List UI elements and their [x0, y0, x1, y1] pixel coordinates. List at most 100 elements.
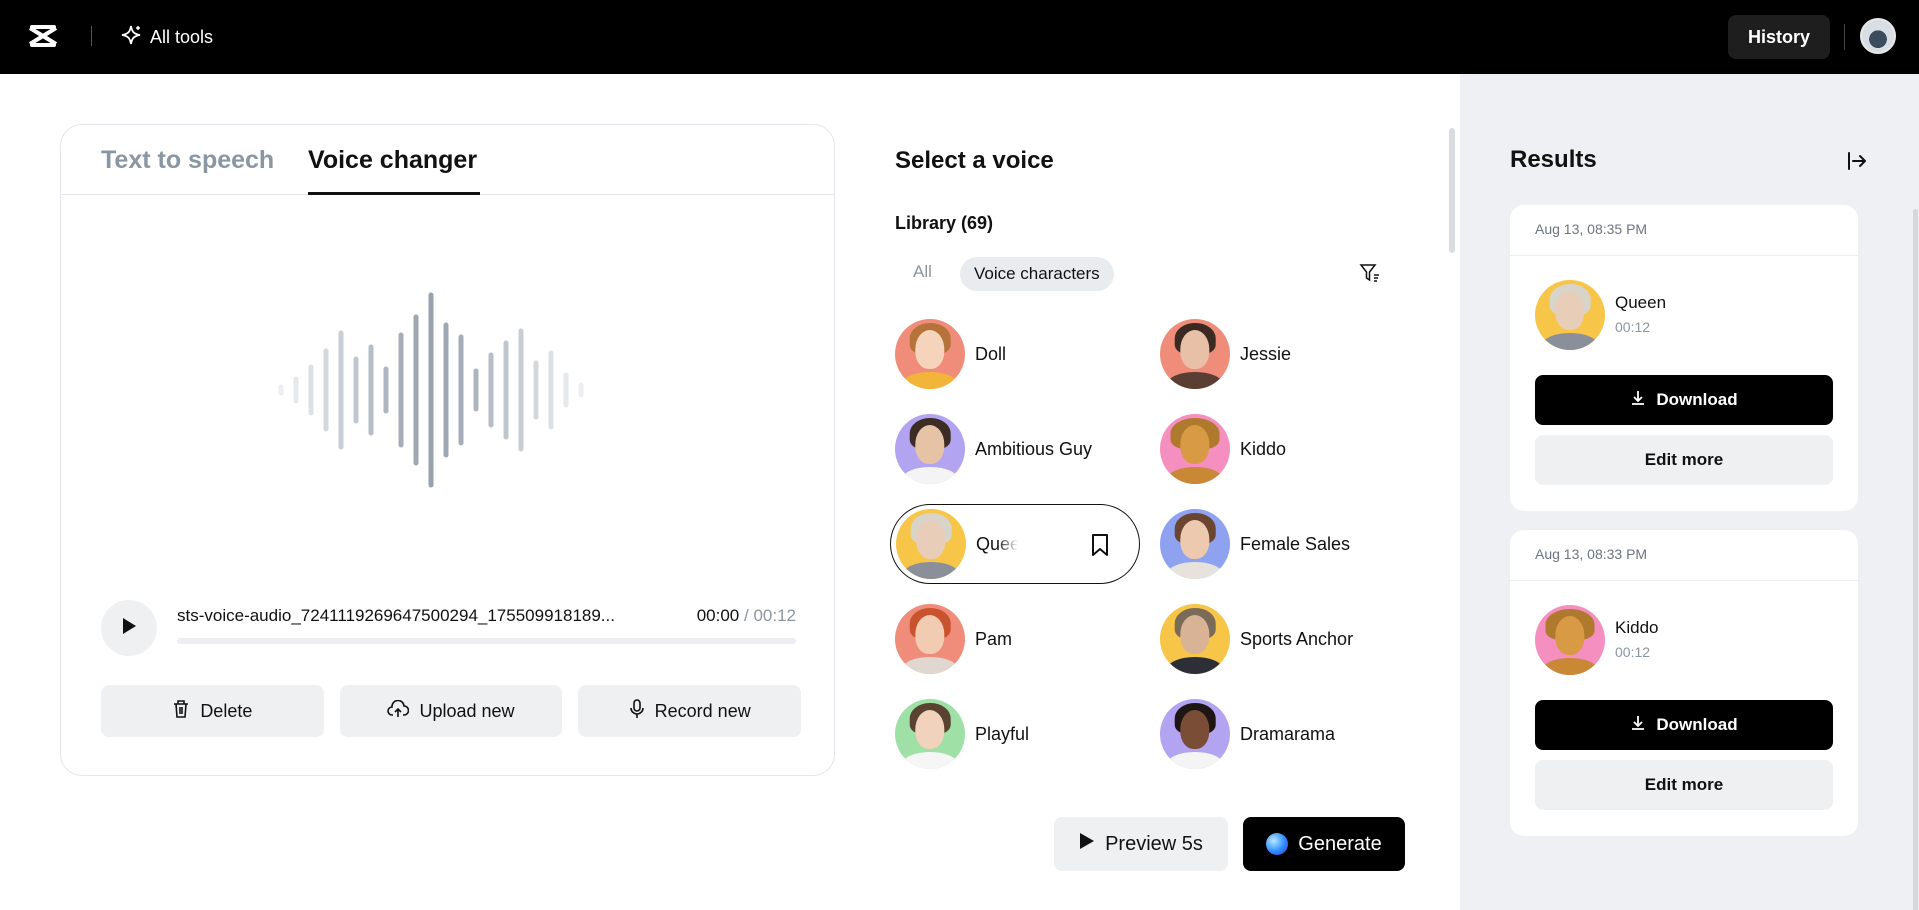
voice-name: Jessie	[1240, 343, 1292, 364]
avatar	[1160, 699, 1230, 769]
voice-name: Doll	[975, 343, 1007, 364]
download-icon	[1630, 390, 1646, 411]
history-button[interactable]: History	[1728, 15, 1830, 59]
voice-list-scrollbar[interactable]	[1449, 128, 1455, 253]
preview-button[interactable]: Preview 5s	[1054, 817, 1228, 871]
result-voice-name: Kiddo	[1615, 618, 1659, 637]
results-panel: Results Aug 13, 08:35 PM Queen 00:12 Dow…	[1460, 74, 1919, 910]
avatar	[1160, 319, 1230, 389]
voice-item-queen[interactable]: Queen	[890, 504, 1140, 584]
voice-item-pam[interactable]: Pam	[890, 599, 1140, 679]
total-time: 00:12	[753, 606, 796, 625]
capcut-logo-icon[interactable]	[27, 22, 59, 50]
result-date: Aug 13, 08:35 PM	[1535, 221, 1648, 237]
avatar	[895, 604, 965, 674]
record-new-label: Record new	[654, 700, 751, 721]
voice-name: Playful	[975, 723, 1030, 744]
tab-voice-changer[interactable]: Voice changer	[308, 146, 477, 175]
user-avatar[interactable]	[1860, 18, 1896, 54]
time-separator: /	[743, 606, 749, 625]
collapse-panel-icon[interactable]	[1846, 150, 1868, 172]
result-voice-name: Queen	[1615, 293, 1667, 312]
generate-label: Generate	[1298, 832, 1382, 855]
cloud-upload-icon	[387, 699, 410, 723]
avatar	[1160, 414, 1230, 484]
play-button[interactable]	[101, 600, 157, 656]
edit-more-button[interactable]: Edit more	[1535, 435, 1833, 485]
record-new-button[interactable]: Record new	[578, 685, 802, 737]
upload-new-label: Upload new	[419, 700, 515, 721]
download-button[interactable]: Download	[1535, 375, 1833, 425]
download-icon	[1630, 715, 1646, 736]
select-voice-title: Select a voice	[895, 147, 1054, 174]
results-title: Results	[1510, 146, 1597, 173]
avatar	[1535, 605, 1605, 675]
edit-more-button[interactable]: Edit more	[1535, 760, 1833, 810]
generate-orb-icon	[1266, 833, 1289, 855]
result-card: Aug 13, 08:33 PM Kiddo 00:12 Download Ed…	[1510, 530, 1858, 836]
result-duration: 00:12	[1615, 319, 1651, 335]
tab-text-to-speech[interactable]: Text to speech	[101, 146, 274, 175]
result-duration: 00:12	[1615, 644, 1651, 660]
playback-time: 00:00 / 00:12	[697, 606, 796, 626]
voice-item-playful[interactable]: Playful	[890, 694, 1140, 774]
download-button[interactable]: Download	[1535, 700, 1833, 750]
voice-item-kiddo[interactable]: Kiddo	[1155, 409, 1405, 489]
waveform-graphic	[278, 292, 584, 488]
voice-item-ambitious-guy[interactable]: Ambitious Guy	[890, 409, 1140, 489]
voice-item-dramarama[interactable]: Dramarama	[1155, 694, 1405, 774]
preview-label: Preview 5s	[1105, 832, 1203, 855]
delete-label: Delete	[200, 700, 253, 721]
avatar	[896, 509, 966, 579]
card-divider	[1510, 255, 1858, 256]
active-tab-indicator	[308, 192, 480, 195]
filter-all[interactable]: All	[913, 262, 932, 282]
voice-item-female-sales[interactable]: Female Sales	[1155, 504, 1405, 584]
topbar-divider	[91, 26, 92, 46]
voice-item-doll[interactable]: Doll	[890, 314, 1140, 394]
upload-new-button[interactable]: Upload new	[339, 685, 563, 737]
voice-name: Kiddo	[1240, 438, 1287, 459]
current-time: 00:00	[696, 606, 740, 625]
download-label: Download	[1656, 390, 1738, 409]
filter-icon[interactable]	[1359, 262, 1381, 284]
voice-name: Ambitious Guy	[975, 438, 1093, 459]
trash-icon	[172, 699, 190, 724]
avatar	[895, 414, 965, 484]
card-divider	[1510, 580, 1858, 581]
avatar	[895, 319, 965, 389]
avatar	[895, 699, 965, 769]
sparkle-icon	[120, 24, 142, 51]
voice-name: Dramarama	[1240, 723, 1336, 744]
play-icon	[121, 617, 137, 640]
topbar-divider-right	[1844, 24, 1845, 50]
microphone-icon	[629, 698, 645, 724]
delete-button[interactable]: Delete	[101, 685, 324, 737]
play-icon	[1079, 832, 1095, 856]
generate-button[interactable]: Generate	[1243, 817, 1405, 871]
voice-name: Queen	[976, 533, 1018, 554]
top-bar: All tools History	[0, 0, 1919, 74]
voice-name: Pam	[975, 628, 1013, 649]
audio-file-name: sts-voice-audio_7241119269647500294_1755…	[177, 606, 615, 625]
result-date: Aug 13, 08:33 PM	[1535, 546, 1648, 562]
audio-actions: Delete Upload new Record new	[101, 685, 802, 737]
bookmark-icon[interactable]	[1089, 533, 1111, 557]
mode-tabs: Text to speech Voice changer	[61, 125, 834, 195]
filter-voice-characters[interactable]: Voice characters	[960, 257, 1114, 291]
result-card: Aug 13, 08:35 PM Queen 00:12 Download Ed…	[1510, 205, 1858, 511]
voice-item-jessie[interactable]: Jessie	[1155, 314, 1405, 394]
avatar	[1160, 509, 1230, 579]
all-tools-label: All tools	[150, 27, 214, 47]
voice-name: Sports Anchor	[1240, 628, 1354, 649]
voice-name: Female Sales	[1240, 533, 1351, 554]
voice-item-sports-anchor[interactable]: Sports Anchor	[1155, 599, 1405, 679]
playback-progress-bar[interactable]	[177, 638, 796, 644]
avatar	[1160, 604, 1230, 674]
download-label: Download	[1656, 715, 1738, 734]
avatar	[1535, 280, 1605, 350]
all-tools-button[interactable]: All tools	[120, 24, 213, 51]
audio-player: sts-voice-audio_7241119269647500294_1755…	[101, 600, 801, 660]
results-scrollbar[interactable]	[1913, 209, 1918, 910]
voice-changer-card: Text to speech Voice changer sts-voice-a…	[60, 124, 835, 776]
